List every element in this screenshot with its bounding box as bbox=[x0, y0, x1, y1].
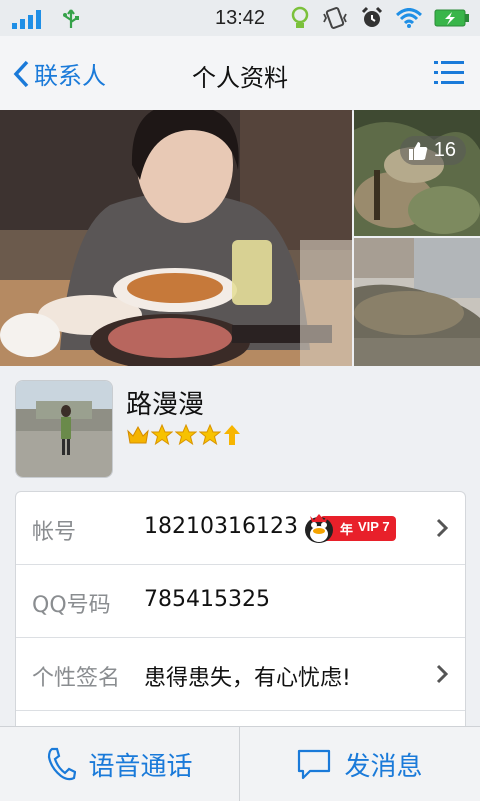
star-icon bbox=[151, 424, 173, 446]
voice-call-label: 语音通话 bbox=[88, 751, 193, 782]
qq-number-label: QQ号码 bbox=[32, 593, 111, 618]
nav-bar: 联系人 个人资料 bbox=[0, 36, 480, 111]
side-photo-1[interactable]: 16 bbox=[354, 110, 480, 236]
battery-icon bbox=[434, 9, 469, 27]
thumbs-up-icon bbox=[408, 141, 428, 160]
profile-name: 路漫漫 bbox=[126, 390, 205, 420]
vip-badge: 年 VIP 7 bbox=[302, 512, 396, 544]
chevron-right-icon bbox=[436, 664, 449, 684]
phone-icon bbox=[48, 747, 77, 781]
star-icon bbox=[175, 424, 197, 446]
wifi-icon bbox=[396, 8, 422, 28]
send-message-button[interactable]: 发消息 bbox=[240, 727, 479, 801]
send-message-label: 发消息 bbox=[344, 751, 423, 782]
vibrate-icon bbox=[323, 7, 347, 29]
avatar[interactable] bbox=[15, 380, 113, 478]
side-photo-2[interactable] bbox=[354, 238, 480, 366]
bulb-icon bbox=[291, 6, 309, 28]
menu-icon[interactable] bbox=[434, 60, 464, 86]
like-badge[interactable]: 16 bbox=[399, 136, 466, 165]
vip-year: 年 bbox=[340, 521, 354, 537]
info-card: 帐号 18210316123 年 VIP 7 QQ号码 785415325 个性… bbox=[15, 491, 466, 733]
like-count: 16 bbox=[433, 139, 456, 161]
status-bar: 13:42 bbox=[0, 0, 480, 36]
profile-header: 路漫漫 bbox=[0, 366, 480, 490]
signature-label: 个性签名 bbox=[32, 666, 121, 691]
account-value: 18210316123 bbox=[144, 514, 298, 539]
chevron-right-icon bbox=[436, 518, 449, 538]
voice-call-button[interactable]: 语音通话 bbox=[0, 727, 239, 801]
signature-row[interactable]: 个性签名 患得患失，有心忧虑! bbox=[16, 638, 465, 711]
crown-icon bbox=[127, 425, 149, 444]
vip-level: VIP 7 bbox=[358, 518, 390, 534]
alarm-icon bbox=[361, 6, 383, 27]
qq-number-value: 785415325 bbox=[144, 587, 270, 612]
main-photo[interactable] bbox=[0, 110, 352, 366]
signature-value: 患得患失，有心忧虑! bbox=[144, 666, 351, 691]
page-title: 个人资料 bbox=[192, 64, 288, 92]
account-row[interactable]: 帐号 18210316123 年 VIP 7 bbox=[16, 492, 465, 565]
penguin-icon bbox=[305, 514, 333, 543]
qq-number-row: QQ号码 785415325 bbox=[16, 565, 465, 638]
chat-bubble-icon bbox=[298, 749, 331, 780]
bottom-action-bar: 语音通话 发消息 bbox=[0, 726, 480, 801]
qq-level bbox=[127, 424, 241, 446]
star-icon bbox=[199, 424, 221, 446]
arrow-up-icon bbox=[224, 425, 240, 445]
account-label: 帐号 bbox=[32, 520, 77, 545]
photo-wall: 16 bbox=[0, 110, 480, 366]
